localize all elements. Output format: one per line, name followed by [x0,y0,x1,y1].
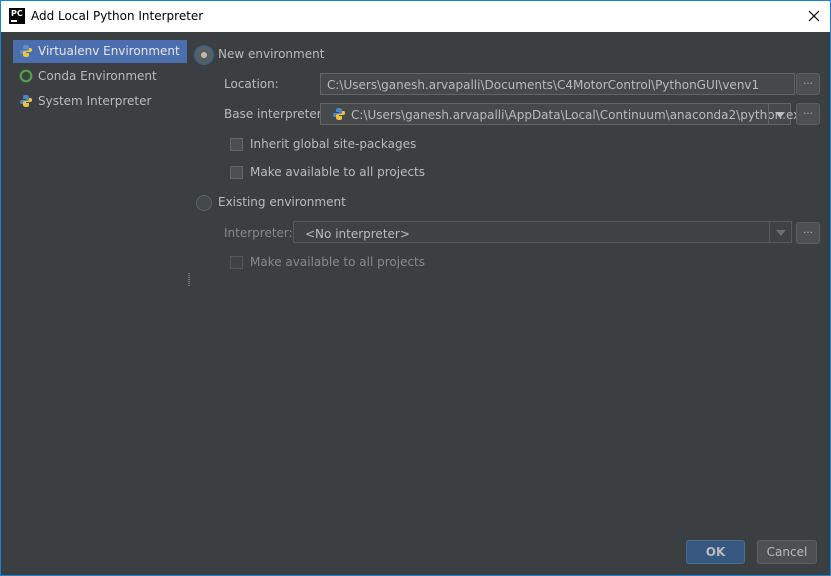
sidebar-item-conda[interactable]: Conda Environment [13,65,187,88]
ok-button[interactable]: OK [686,540,745,564]
existing-environment-label: Existing environment [218,195,346,209]
environment-type-list: Virtualenv Environment Conda Environment… [13,40,189,130]
make-available-label: Make available to all projects [250,165,426,179]
new-environment-label: New environment [218,47,325,61]
python-icon [19,94,33,108]
base-interpreter-combo[interactable]: C:\Users\ganesh.arvapalli\AppData\Local\… [320,103,807,125]
location-field[interactable]: C:\Users\ganesh.arvapalli\Documents\C4Mo… [320,73,795,95]
sidebar-item-system[interactable]: System Interpreter [13,90,187,113]
inherit-site-packages-checkbox[interactable] [230,138,243,151]
close-button[interactable] [802,5,826,27]
inherit-site-packages-label: Inherit global site-packages [250,137,417,151]
interpreter-value: <No interpreter> [305,227,410,241]
base-interpreter-label: Base interpreter: [224,107,326,121]
sidebar-item-label: Conda Environment [38,69,157,83]
existing-make-available-label: Make available to all projects [250,255,426,269]
sidebar-item-label: System Interpreter [38,94,152,108]
new-environment-radio[interactable] [196,47,212,63]
interpreter-browse-button[interactable]: ... [796,222,820,244]
conda-icon [19,69,33,83]
splitter-handle[interactable] [188,273,191,287]
location-value: C:\Users\ganesh.arvapalli\Documents\C4Mo… [327,78,760,92]
chevron-down-icon[interactable] [769,222,791,242]
location-label: Location: [224,77,279,91]
sidebar-item-virtualenv[interactable]: Virtualenv Environment [13,40,187,63]
title-bar: PC Add Local Python Interpreter [1,1,830,32]
make-available-checkbox[interactable] [230,166,243,179]
dialog-window: PC Add Local Python Interpreter Virtuale… [0,0,831,576]
base-interpreter-browse-button[interactable]: ... [796,103,820,125]
chevron-down-icon[interactable] [768,104,790,124]
existing-environment-radio[interactable] [196,195,212,211]
python-icon [332,107,346,124]
interpreter-combo[interactable]: <No interpreter> [293,221,792,243]
base-interpreter-value: C:\Users\ganesh.arvapalli\AppData\Local\… [351,108,808,122]
close-icon [808,10,820,22]
interpreter-label: Interpreter: [224,226,293,240]
sidebar-item-label: Virtualenv Environment [38,44,180,58]
cancel-button[interactable]: Cancel [757,540,817,564]
location-browse-button[interactable]: ... [796,73,820,95]
pycharm-app-icon: PC [9,8,25,24]
existing-make-available-checkbox[interactable] [230,256,243,269]
dialog-title: Add Local Python Interpreter [31,9,204,23]
python-virtualenv-icon [19,44,33,58]
